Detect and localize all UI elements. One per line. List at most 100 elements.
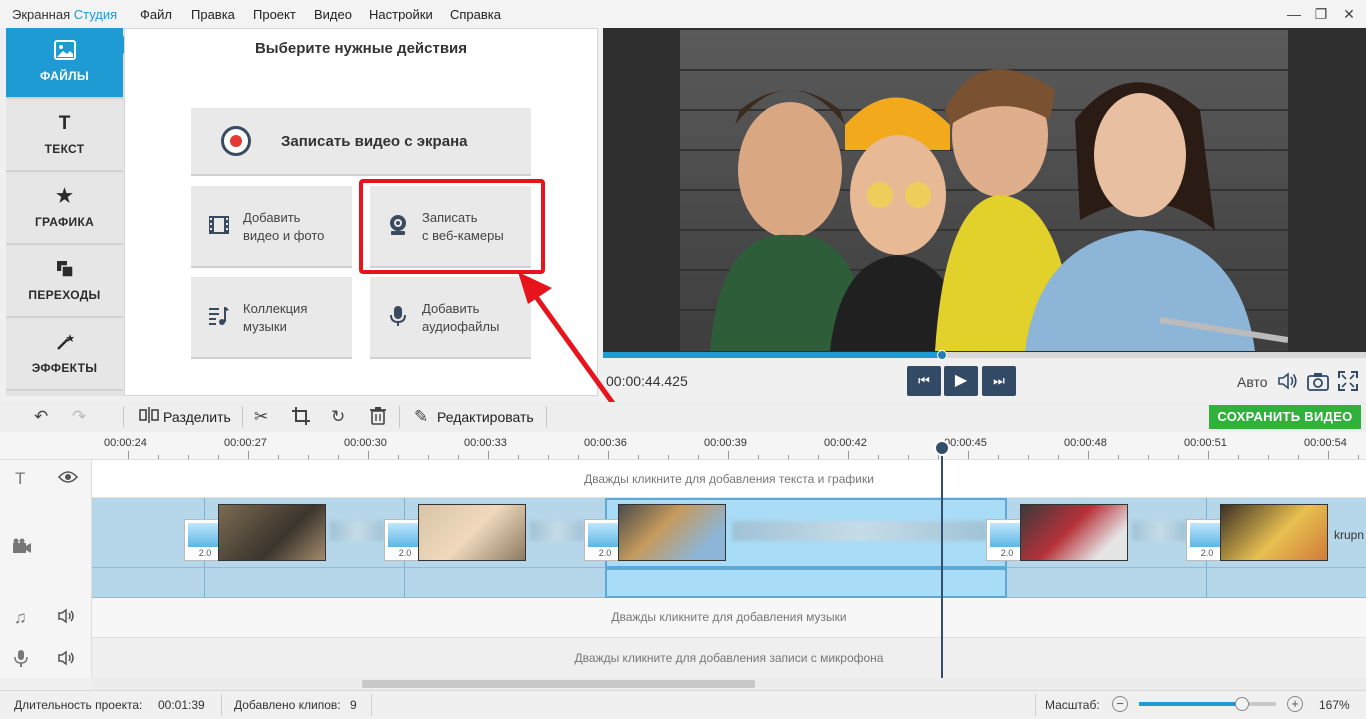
playhead-line[interactable]: [941, 447, 943, 678]
progress-handle[interactable]: [937, 350, 947, 360]
menu-project[interactable]: Проект: [253, 7, 296, 22]
ruler-label: 00:00:39: [704, 437, 747, 449]
clip-thumbnail[interactable]: [418, 504, 526, 561]
close-icon[interactable]: ✕: [1334, 4, 1364, 24]
image-icon: [6, 40, 123, 62]
clip-thumbnail[interactable]: [1220, 504, 1328, 561]
ruler-tick: [908, 455, 909, 459]
crop-icon[interactable]: [292, 407, 310, 430]
menu-settings[interactable]: Настройки: [369, 7, 433, 22]
clip-filler: [530, 521, 585, 541]
eye-icon[interactable]: [57, 469, 79, 489]
toolbar-divider: [399, 406, 400, 428]
redo-icon[interactable]: ↷: [72, 407, 86, 427]
mic-track-hint: Дважды кликните для добавления записи с …: [574, 651, 884, 665]
ruler-tick: [518, 455, 519, 459]
zoom-slider-handle[interactable]: [1235, 697, 1249, 711]
ruler-tick: [998, 455, 999, 459]
timeline-ruler[interactable]: [0, 432, 1366, 460]
split-button[interactable]: Разделить: [163, 409, 231, 425]
tab-transitions[interactable]: ПЕРЕХОДЫ: [6, 247, 123, 318]
ruler-tick: [158, 455, 159, 459]
ruler-tick: [548, 455, 549, 459]
ruler-tick: [848, 451, 849, 459]
volume-icon[interactable]: [1277, 371, 1299, 396]
duration-label: Длительность проекта:: [14, 698, 143, 712]
ruler-tick: [1088, 451, 1089, 459]
status-divider: [221, 694, 222, 716]
add-video-label-1: Добавить: [243, 210, 301, 225]
ruler-tick: [218, 455, 219, 459]
clip-thumbnail[interactable]: [618, 504, 726, 561]
scissors-icon[interactable]: ✂: [254, 407, 268, 427]
tab-text[interactable]: T ТЕКСТ: [6, 101, 123, 172]
menu-file[interactable]: Файл: [140, 7, 172, 22]
play-button[interactable]: ▶: [944, 366, 978, 396]
snapshot-camera-icon[interactable]: [1307, 371, 1329, 396]
edit-icon[interactable]: ✎: [414, 407, 428, 427]
sidebar: ФАЙЛЫ T ТЕКСТ ★ ГРАФИКА ПЕРЕХОДЫ ЭФФЕКТЫ: [6, 28, 124, 396]
tab-effects[interactable]: ЭФФЕКТЫ: [6, 320, 123, 391]
next-frame-button[interactable]: ⏭: [982, 366, 1016, 396]
record-screen-button[interactable]: Записать видео с экрана: [191, 108, 531, 176]
add-video-photo-button[interactable]: Добавить видео и фото: [191, 186, 352, 268]
clip-thumbnail[interactable]: [218, 504, 326, 561]
previous-frame-button[interactable]: ⏮: [907, 366, 941, 396]
transition-icon: [588, 523, 622, 547]
music-volume-icon[interactable]: [58, 608, 76, 629]
timeline-scrollbar-thumb[interactable]: [362, 680, 755, 688]
tab-files[interactable]: ФАЙЛЫ: [6, 28, 123, 99]
quality-auto-toggle[interactable]: Авто: [1237, 374, 1268, 390]
actions-title: Выберите нужные действия: [254, 40, 468, 57]
maximize-icon[interactable]: ❐: [1306, 4, 1336, 24]
skip-back-icon: ⏮: [918, 373, 930, 388]
music-collection-button[interactable]: Коллекция музыки: [191, 277, 352, 359]
toolbar-divider: [123, 406, 124, 428]
save-video-button[interactable]: СОХРАНИТЬ ВИДЕО: [1209, 405, 1361, 429]
ruler-tick: [1148, 455, 1149, 459]
minimize-icon[interactable]: —: [1279, 4, 1309, 24]
clip-filler: [1132, 521, 1187, 541]
fullscreen-icon[interactable]: [1338, 371, 1358, 396]
clip-filler: [732, 521, 987, 541]
mic-volume-icon[interactable]: [58, 650, 76, 671]
text-track-hint: Дважды кликните для добавления текста и …: [584, 472, 874, 486]
ruler-tick: [968, 451, 969, 459]
undo-icon[interactable]: ↶: [34, 407, 48, 427]
ruler-tick: [338, 455, 339, 459]
selected-clip-audio[interactable]: [605, 568, 1007, 598]
zoom-in-icon[interactable]: +: [1287, 696, 1303, 712]
ruler-label: 00:00:30: [344, 437, 387, 449]
rotate-icon[interactable]: ↻: [331, 407, 345, 427]
film-icon: [208, 214, 230, 242]
ruler-label: 00:00:33: [464, 437, 507, 449]
current-timecode: 00:00:44.425: [606, 373, 688, 389]
clips-count-label: Добавлено клипов:: [234, 698, 341, 712]
ruler-label: 00:00:45: [944, 437, 987, 449]
menu-help[interactable]: Справка: [450, 7, 501, 22]
split-icon[interactable]: [139, 407, 159, 427]
add-video-label-2: видео и фото: [243, 228, 325, 243]
ruler-label: 00:00:48: [1064, 437, 1107, 449]
ruler-tick: [1178, 455, 1179, 459]
clip-thumbnail[interactable]: [1020, 504, 1128, 561]
microphone-icon: [387, 305, 409, 333]
transition-icon: [188, 523, 222, 547]
tab-graphics[interactable]: ★ ГРАФИКА: [6, 174, 123, 245]
ruler-tick: [638, 455, 639, 459]
delete-icon[interactable]: [370, 407, 386, 430]
text-track-icon: T: [15, 469, 26, 488]
menu-edit[interactable]: Правка: [191, 7, 235, 22]
edit-button[interactable]: Редактировать: [437, 409, 534, 425]
menu-video[interactable]: Видео: [314, 7, 352, 22]
clips-count-value: 9: [350, 698, 357, 712]
zoom-out-icon[interactable]: −: [1112, 696, 1128, 712]
ruler-tick: [128, 451, 129, 459]
ruler-tick: [188, 455, 189, 459]
ruler-tick: [1208, 451, 1209, 459]
ruler-tick: [758, 455, 759, 459]
audio-label-1: Добавить: [422, 301, 480, 316]
star-icon: ★: [55, 186, 74, 207]
ruler-tick: [1238, 455, 1239, 459]
playhead-handle[interactable]: [934, 440, 950, 456]
